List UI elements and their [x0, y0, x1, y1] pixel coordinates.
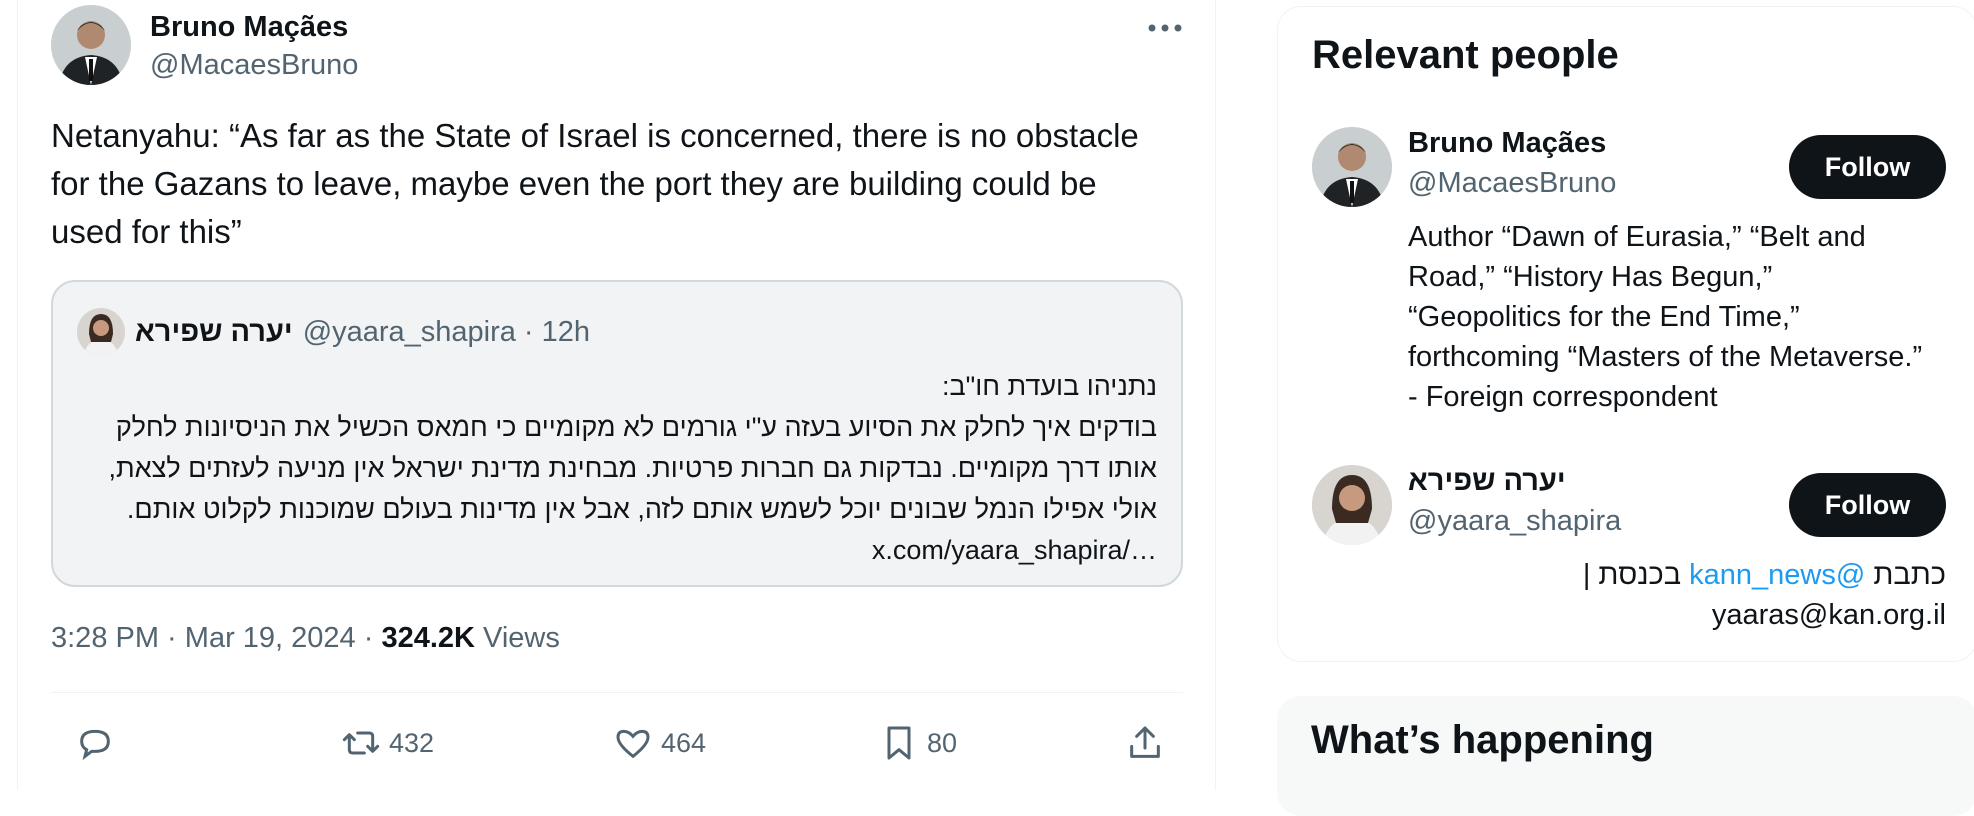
follow-button[interactable]: Follow	[1789, 135, 1946, 199]
reply-icon	[80, 729, 110, 761]
tweet-meta: 3:28 PM · Mar 19, 2024 · 324.2K Views	[51, 622, 560, 655]
like-count: 464	[661, 727, 707, 758]
bio-email: yaaras@kan.org.il	[1711, 599, 1946, 631]
author-name[interactable]: Bruno Maçães	[150, 11, 348, 44]
whats-happening-title: What’s happening	[1311, 718, 1654, 762]
share-icon	[1130, 726, 1160, 758]
meta-separator: ·	[355, 622, 382, 654]
tweet-date[interactable]: Mar 19, 2024	[185, 622, 356, 654]
quoted-text-line: נתניהו בועדת חו"ב:	[942, 371, 1157, 401]
relevant-people-panel: Relevant people Bruno Maçães @MacaesBrun…	[1277, 6, 1974, 662]
person-card[interactable]: Bruno Maçães @MacaesBruno Follow Author …	[1312, 127, 1952, 437]
bio-mention-link[interactable]: @kann_news	[1689, 559, 1865, 591]
author-avatar[interactable]	[51, 5, 131, 85]
quoted-text-line: בודקים איך לחלק את הסיוע בעזה ע"י גורמים…	[115, 412, 1157, 442]
person-handle[interactable]: @MacaesBruno	[1408, 167, 1616, 200]
tweet-header: Bruno Maçães @MacaesBruno	[51, 5, 1185, 85]
whats-happening-panel: What’s happening	[1277, 696, 1974, 816]
quoted-author-handle: @yaara_shapira	[302, 315, 516, 348]
person-name[interactable]: Bruno Maçães	[1408, 127, 1606, 160]
meta-separator: ·	[159, 622, 185, 654]
repost-count: 432	[389, 727, 435, 758]
author-handle[interactable]: @MacaesBruno	[150, 49, 358, 82]
separator-dot: ·	[523, 315, 534, 348]
quoted-tweet-time: 12h	[541, 315, 590, 348]
tweet-time[interactable]: 3:28 PM	[51, 622, 159, 654]
bookmark-count: 80	[927, 727, 958, 758]
tweet-text: Netanyahu: “As far as the State of Israe…	[51, 117, 1139, 250]
bio-text: כתבת	[1865, 559, 1946, 591]
person-avatar[interactable]	[1312, 465, 1392, 545]
heart-icon	[616, 729, 650, 759]
quoted-text-line: אותו דרך מקומיים. נבדקות גם חברות פרטיות…	[108, 453, 1157, 483]
repost-icon	[342, 731, 380, 755]
quoted-text-link[interactable]: x.com/yaara_shapira/…	[872, 535, 1157, 565]
person-avatar[interactable]	[1312, 127, 1392, 207]
quoted-tweet-text: נתניהו בועדת חו"ב: בודקים איך לחלק את הס…	[93, 366, 1157, 571]
divider	[51, 692, 1183, 693]
repost-button[interactable]: 432	[341, 716, 434, 770]
quoted-author-avatar	[77, 308, 125, 356]
bookmark-icon	[887, 726, 911, 760]
bio-text: בכנסת |	[1582, 559, 1690, 591]
bookmark-button[interactable]: 80	[879, 716, 957, 770]
quoted-tweet-header: יערה שפירא @yaara_shapira · 12h	[77, 308, 598, 356]
person-bio: כתבת @kann_news בכנסת | yaaras@kan.org.i…	[1346, 555, 1946, 635]
like-button[interactable]: 464	[613, 716, 706, 770]
views-count: 324.2K	[381, 622, 475, 654]
tweet-column: Bruno Maçães @MacaesBruno Netanyahu: “As…	[17, 0, 1216, 790]
person-handle[interactable]: @yaara_shapira	[1408, 505, 1621, 538]
more-options-icon[interactable]	[1145, 13, 1185, 43]
person-card[interactable]: יערה שפירא @yaara_shapira Follow כתבת @k…	[1312, 465, 1952, 645]
person-bio: Author “Dawn of Eurasia,” “Belt and Road…	[1408, 221, 1923, 413]
views-label: Views	[474, 622, 560, 654]
relevant-people-title: Relevant people	[1312, 33, 1619, 77]
share-button[interactable]	[1125, 716, 1173, 770]
tweet-actions: 432 464 80	[51, 716, 1183, 770]
quoted-author-name: יערה שפירא	[135, 315, 293, 348]
quoted-text-line: אולי אפילו הנמל שבונים יוכל לשמש אותם לז…	[126, 494, 1157, 524]
person-name[interactable]: יערה שפירא	[1408, 465, 1566, 498]
follow-button[interactable]: Follow	[1789, 473, 1946, 537]
reply-button[interactable]	[75, 716, 123, 770]
quoted-tweet[interactable]: יערה שפירא @yaara_shapira · 12h נתניהו ב…	[51, 280, 1183, 587]
